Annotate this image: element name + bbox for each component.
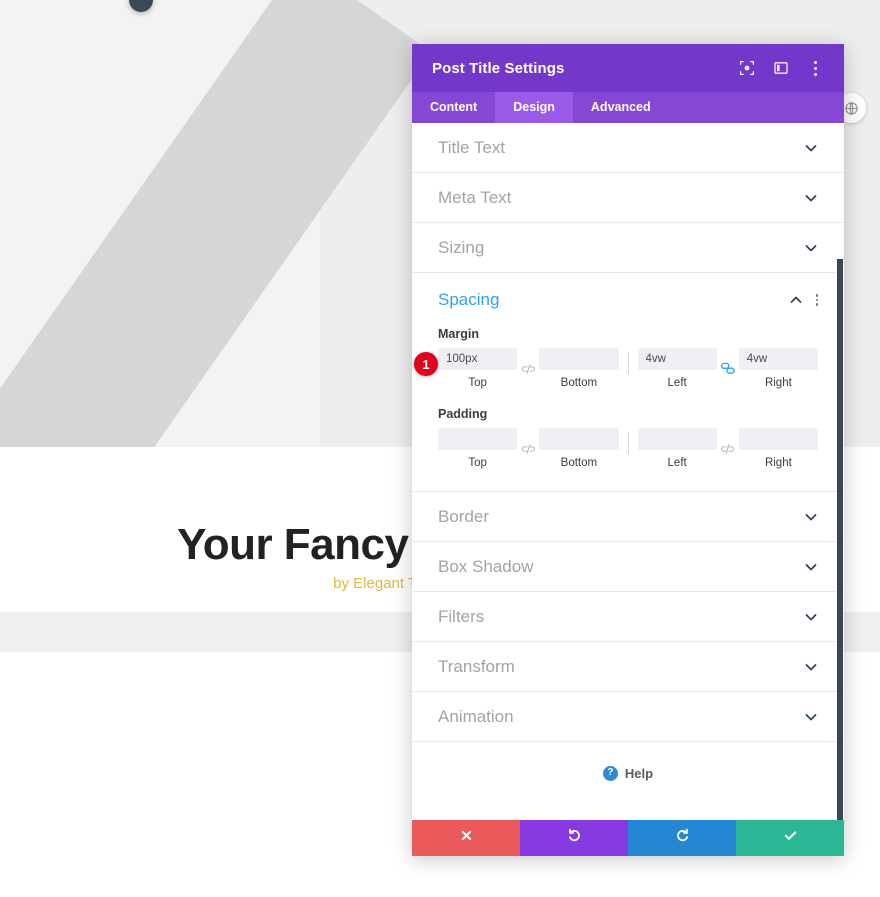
link-broken-icon[interactable] bbox=[717, 438, 739, 460]
modal-header-actions bbox=[738, 59, 824, 77]
modal-title: Post Title Settings bbox=[432, 59, 565, 77]
settings-scroll-area: Title Text Meta Text Sizing Spacing Marg… bbox=[412, 123, 844, 820]
field-divider bbox=[627, 352, 629, 374]
section-title-text[interactable]: Title Text bbox=[412, 123, 844, 173]
margin-bottom-input[interactable] bbox=[539, 348, 619, 370]
margin-top-caption: Top bbox=[468, 377, 487, 389]
focus-target-icon[interactable] bbox=[738, 59, 756, 77]
chevron-down-icon bbox=[804, 660, 818, 674]
chevron-down-icon bbox=[804, 560, 818, 574]
undo-arrow-icon bbox=[567, 828, 582, 848]
section-label: Filters bbox=[438, 606, 485, 626]
section-label: Meta Text bbox=[438, 187, 512, 207]
tab-design[interactable]: Design bbox=[495, 92, 573, 123]
chevron-up-icon[interactable] bbox=[789, 293, 803, 307]
redo-button[interactable] bbox=[628, 820, 736, 856]
margin-fields: Top Bottom bbox=[438, 348, 818, 389]
padding-right-cell: Right bbox=[738, 428, 818, 469]
padding-group: Padding Top Bottom Left Right bbox=[438, 407, 818, 469]
padding-bottom-input[interactable] bbox=[539, 428, 619, 450]
panel-layout-icon[interactable] bbox=[772, 59, 790, 77]
check-icon bbox=[783, 828, 798, 848]
modal-footer bbox=[412, 820, 844, 856]
margin-right-caption: Right bbox=[764, 377, 792, 389]
modal-header: Post Title Settings bbox=[412, 44, 844, 92]
margin-top-input[interactable] bbox=[438, 348, 518, 370]
section-label: Animation bbox=[438, 706, 514, 726]
padding-top-caption: Top bbox=[468, 457, 487, 469]
padding-right-input[interactable] bbox=[738, 428, 818, 450]
padding-label: Padding bbox=[438, 407, 488, 421]
section-spacing-header[interactable]: Spacing bbox=[438, 273, 818, 327]
modal-tabs: Content Design Advanced bbox=[412, 92, 844, 123]
chevron-down-icon bbox=[804, 241, 818, 255]
modal-scrollbar[interactable] bbox=[836, 123, 844, 820]
chevron-down-icon bbox=[804, 191, 818, 205]
padding-left-caption: Left bbox=[667, 457, 687, 469]
section-border[interactable]: Border bbox=[412, 492, 844, 542]
link-broken-icon[interactable] bbox=[517, 438, 539, 460]
section-animation[interactable]: Animation bbox=[412, 692, 844, 742]
section-sizing[interactable]: Sizing bbox=[412, 223, 844, 273]
section-spacing: Spacing Margin 100px Top Bottom 4vw Left… bbox=[412, 273, 844, 492]
undo-button[interactable] bbox=[520, 820, 628, 856]
padding-top-input[interactable] bbox=[438, 428, 518, 450]
margin-bottom-caption: Bottom bbox=[560, 377, 598, 389]
padding-left-input[interactable] bbox=[637, 428, 717, 450]
section-label: Sizing bbox=[438, 237, 485, 257]
padding-top-cell: Top bbox=[438, 428, 518, 469]
margin-top-cell: Top bbox=[438, 348, 518, 389]
kebab-menu-icon[interactable] bbox=[806, 59, 824, 77]
padding-fields: Top Bottom Left Right bbox=[438, 428, 818, 469]
help-question-icon: ? bbox=[602, 765, 618, 781]
post-title-settings-modal: Post Title Settings Content Design Advan… bbox=[412, 44, 844, 856]
modal-body: Title Text Meta Text Sizing Spacing Marg… bbox=[412, 123, 844, 820]
close-x-icon bbox=[460, 829, 473, 847]
kebab-menu-icon[interactable] bbox=[815, 294, 818, 306]
annotation-badge-1: 1 bbox=[414, 352, 438, 376]
section-label: Border bbox=[438, 506, 490, 526]
section-meta-text[interactable]: Meta Text bbox=[412, 173, 844, 223]
padding-left-cell: Left bbox=[637, 428, 717, 469]
chevron-down-icon bbox=[804, 141, 818, 155]
margin-group: Margin Top bbox=[438, 327, 818, 389]
margin-right-input[interactable] bbox=[738, 348, 818, 370]
margin-right-cell: Right bbox=[738, 348, 818, 389]
tab-advanced[interactable]: Advanced bbox=[573, 92, 669, 123]
margin-label: Margin bbox=[438, 327, 479, 341]
link-connected-icon[interactable] bbox=[717, 358, 739, 380]
section-filters[interactable]: Filters bbox=[412, 592, 844, 642]
section-transform[interactable]: Transform bbox=[412, 642, 844, 692]
margin-bottom-cell: Bottom bbox=[539, 348, 619, 389]
section-label: Box Shadow bbox=[438, 556, 534, 576]
cancel-button[interactable] bbox=[412, 820, 520, 856]
section-label: Spacing bbox=[438, 290, 500, 309]
field-divider bbox=[627, 432, 629, 454]
section-label: Transform bbox=[438, 656, 515, 676]
margin-left-caption: Left bbox=[667, 377, 687, 389]
section-label: Title Text bbox=[438, 137, 506, 157]
padding-bottom-cell: Bottom bbox=[539, 428, 619, 469]
padding-bottom-caption: Bottom bbox=[560, 457, 598, 469]
section-box-shadow[interactable]: Box Shadow bbox=[412, 542, 844, 592]
help-link[interactable]: ? Help bbox=[412, 742, 844, 804]
chevron-down-icon bbox=[804, 710, 818, 724]
scrollbar-thumb[interactable] bbox=[837, 259, 843, 820]
redo-arrow-icon bbox=[675, 828, 690, 848]
save-button[interactable] bbox=[736, 820, 844, 856]
margin-left-cell: Left bbox=[637, 348, 717, 389]
tab-content[interactable]: Content bbox=[412, 92, 495, 123]
link-broken-icon[interactable] bbox=[517, 358, 539, 380]
chevron-down-icon bbox=[804, 510, 818, 524]
padding-right-caption: Right bbox=[764, 457, 792, 469]
margin-left-input[interactable] bbox=[637, 348, 717, 370]
help-label: Help bbox=[624, 765, 654, 781]
chevron-down-icon bbox=[804, 610, 818, 624]
